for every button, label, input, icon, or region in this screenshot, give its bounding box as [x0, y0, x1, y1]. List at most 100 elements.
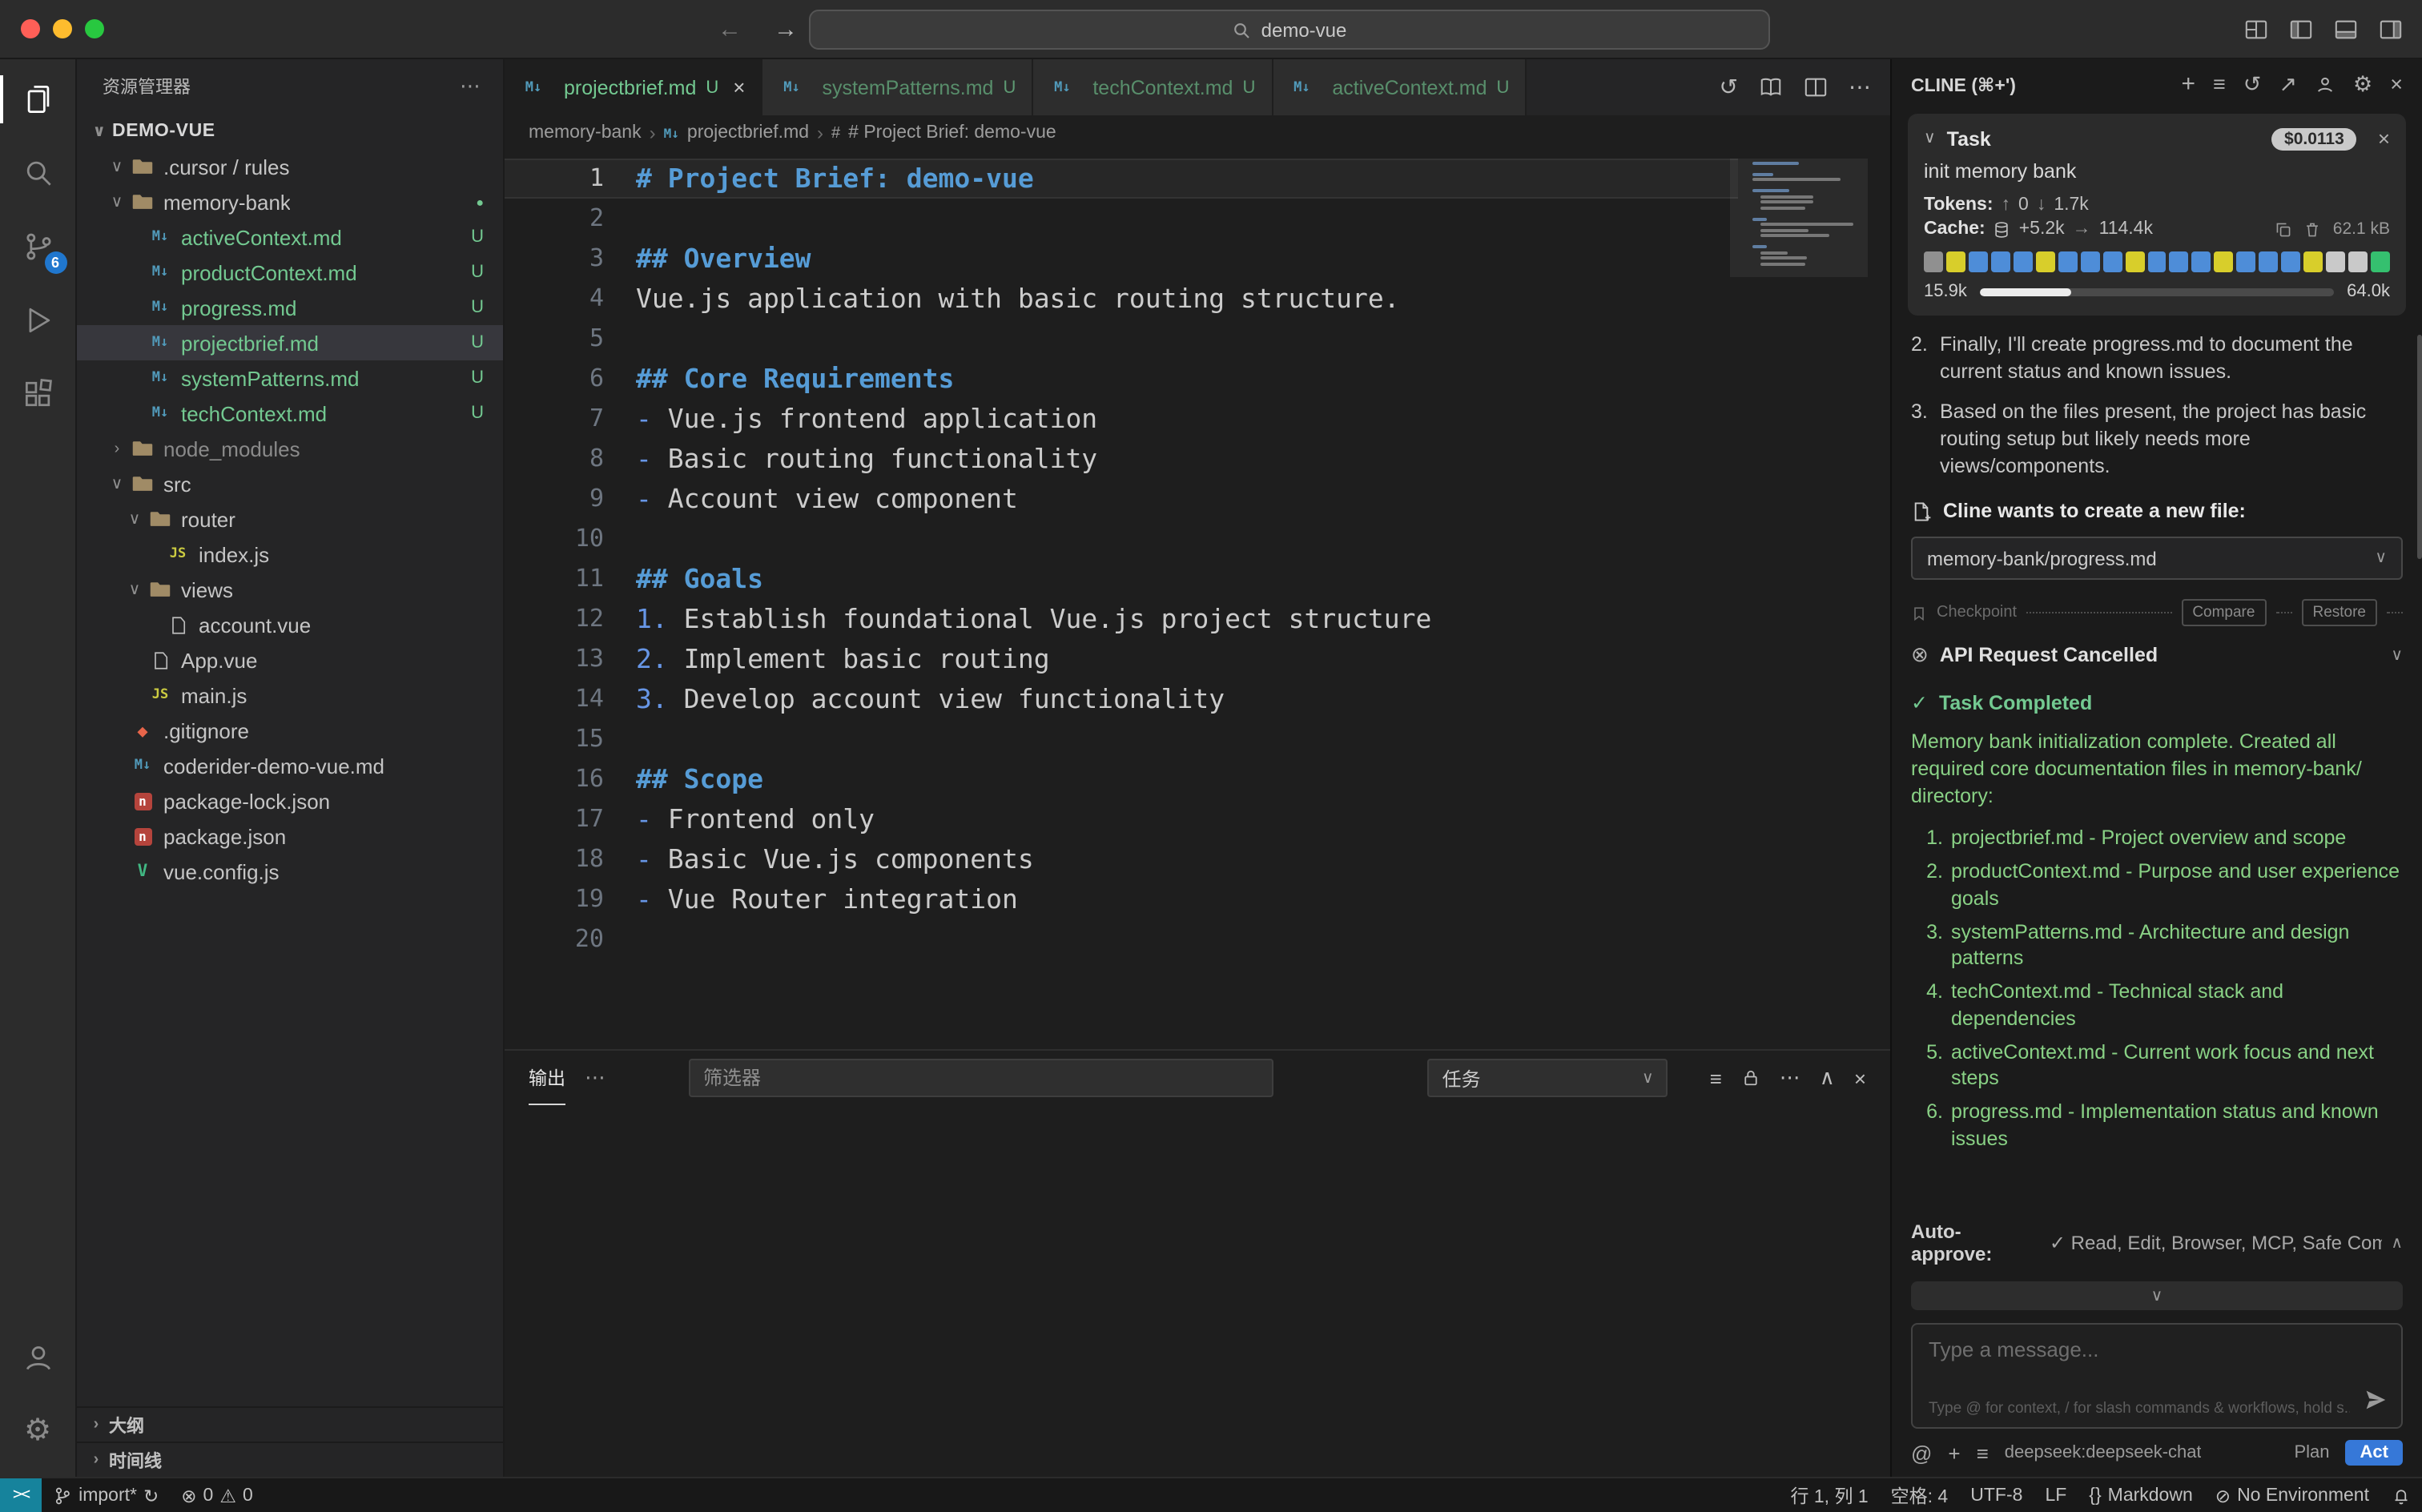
copy-icon[interactable] — [2275, 220, 2293, 238]
split-editor-icon[interactable] — [1804, 75, 1828, 99]
indentation-item[interactable]: 空格: 4 — [1880, 1478, 1960, 1512]
extensions-icon[interactable] — [0, 357, 76, 431]
tree-item-productcontext-md[interactable]: M↓productContext.mdU — [77, 255, 503, 290]
expand-collapse-bar[interactable]: ∨ — [1911, 1281, 2403, 1310]
model-selector[interactable]: deepseek:deepseek-chat — [2005, 1443, 2202, 1462]
back-button[interactable]: ← — [718, 15, 742, 42]
tree-item-projectbrief-md[interactable]: M↓projectbrief.mdU — [77, 325, 503, 360]
timeline-history-icon[interactable]: ↺ — [1720, 74, 1738, 101]
account-icon[interactable] — [0, 1320, 76, 1393]
plan-mode-button[interactable]: Plan — [2294, 1443, 2329, 1462]
output-tab[interactable]: 输出 — [529, 1051, 565, 1105]
auto-approve-bar[interactable]: Auto-approve: ✓ Read, Edit, Browser, MCP… — [1892, 1206, 2422, 1273]
minimize-window-button[interactable] — [53, 19, 72, 38]
tree-item-package-lock-json[interactable]: npackage-lock.json — [77, 783, 503, 818]
delete-icon[interactable] — [2304, 220, 2322, 238]
account-icon[interactable] — [2315, 74, 2336, 94]
add-context-icon[interactable]: + — [1948, 1441, 1960, 1465]
tree-item-node-modules[interactable]: ›node_modules — [77, 431, 503, 466]
zoom-window-button[interactable] — [85, 19, 104, 38]
forward-button[interactable]: → — [774, 15, 798, 42]
tree-item-main-js[interactable]: JSmain.js — [77, 678, 503, 713]
tree-item-memory-bank[interactable]: ∨memory-bank● — [77, 184, 503, 219]
eol-item[interactable]: LF — [2034, 1478, 2078, 1512]
encoding-item[interactable]: UTF-8 — [1959, 1478, 2034, 1512]
tree-item-src[interactable]: ∨src — [77, 466, 503, 501]
tree-item-systempatterns-md[interactable]: M↓systemPatterns.mdU — [77, 360, 503, 396]
mention-icon[interactable]: @ — [1911, 1441, 1932, 1465]
cursor-position-item[interactable]: 行 1, 列 1 — [1780, 1478, 1880, 1512]
outline-section[interactable]: › 大纲 — [77, 1406, 503, 1442]
tree-item-index-js[interactable]: JSindex.js — [77, 537, 503, 572]
history-icon[interactable]: ↺ — [2243, 71, 2262, 97]
task-header[interactable]: ∨ Task $0.0113 × — [1924, 127, 2390, 151]
environment-item[interactable]: ⊘ No Environment — [2204, 1478, 2380, 1512]
panel-more-actions-icon[interactable]: ⋯ — [1780, 1065, 1800, 1091]
tree-item-activecontext-md[interactable]: M↓activeContext.mdU — [77, 219, 503, 255]
output-filter-input[interactable] — [689, 1059, 1273, 1097]
tree-item-app-vue[interactable]: App.vue — [77, 642, 503, 678]
more-actions-icon[interactable]: ⋯ — [1849, 74, 1871, 101]
close-window-button[interactable] — [21, 19, 40, 38]
customize-layout-icon[interactable] — [2244, 17, 2268, 41]
tree-item-account-vue[interactable]: account.vue — [77, 607, 503, 642]
run-debug-icon[interactable] — [0, 284, 76, 357]
breadcrumb-file[interactable]: projectbrief.md — [687, 123, 809, 143]
breadcrumb-folder[interactable]: memory-bank — [529, 123, 642, 143]
explorer-icon[interactable] — [0, 62, 76, 136]
close-tab-icon[interactable]: × — [733, 75, 745, 99]
tree-item-package-json[interactable]: npackage.json — [77, 818, 503, 854]
output-channel-select[interactable]: 任务 ∨ — [1428, 1059, 1668, 1097]
new-file-path-box[interactable]: memory-bank/progress.md ∨ — [1911, 537, 2403, 581]
source-control-icon[interactable]: 6 — [0, 210, 76, 284]
minimap-slider[interactable] — [1730, 159, 1868, 277]
compare-button[interactable]: Compare — [2181, 600, 2266, 627]
open-in-editor-icon[interactable]: ↗ — [2279, 71, 2297, 97]
code-editor[interactable]: 1# Project Brief: demo-vue23## Overview4… — [505, 151, 1890, 1049]
tree-item-cursor-rules[interactable]: ∨.cursor / rules — [77, 149, 503, 184]
breadcrumb-symbol[interactable]: # Project Brief: demo-vue — [848, 123, 1056, 143]
problems-item[interactable]: ⊗ 0 ⚠ 0 — [170, 1478, 264, 1512]
timeline-section[interactable]: › 时间线 — [77, 1442, 503, 1477]
rules-icon[interactable]: ≡ — [1977, 1441, 1989, 1465]
settings-gear-icon[interactable]: ⚙ — [2353, 71, 2372, 97]
toggle-secondary-sidebar-icon[interactable] — [2379, 17, 2403, 41]
search-view-icon[interactable] — [0, 136, 76, 210]
explorer-more-actions-icon[interactable]: ⋯ — [460, 74, 481, 99]
close-task-icon[interactable]: × — [2378, 127, 2390, 151]
minimap[interactable] — [1743, 159, 1868, 273]
tab-systempatterns-md[interactable]: M↓systemPatterns.mdU — [762, 59, 1033, 115]
new-task-icon[interactable]: + — [2181, 70, 2195, 98]
markdown-preview-icon[interactable] — [1759, 75, 1783, 99]
tree-item-demo-vue[interactable]: ∨DEMO-VUE — [77, 114, 503, 149]
tab-activecontext-md[interactable]: M↓activeContext.mdU — [1273, 59, 1527, 115]
close-panel-icon[interactable]: × — [1854, 1066, 1866, 1090]
language-mode-item[interactable]: {} Markdown — [2078, 1478, 2204, 1512]
clear-output-icon[interactable]: ≡ — [1710, 1066, 1722, 1090]
tree-item-gitignore[interactable]: ◆.gitignore — [77, 713, 503, 748]
tree-item-views[interactable]: ∨views — [77, 572, 503, 607]
chat-input[interactable]: Type a message... Type @ for context, / … — [1911, 1323, 2403, 1429]
command-center-search[interactable]: demo-vue — [809, 10, 1770, 50]
mcp-servers-icon[interactable]: ≡ — [2213, 72, 2226, 96]
panel-more-tabs-icon[interactable]: ⋯ — [585, 1065, 606, 1091]
tab-projectbrief-md[interactable]: M↓projectbrief.mdU× — [505, 59, 762, 115]
remote-indicator[interactable]: >< — [0, 1478, 42, 1512]
lock-scroll-icon[interactable] — [1741, 1068, 1760, 1088]
git-branch-item[interactable]: import* ↻ — [42, 1478, 170, 1512]
tree-item-techcontext-md[interactable]: M↓techContext.mdU — [77, 396, 503, 431]
tree-item-router[interactable]: ∨router — [77, 501, 503, 537]
settings-gear-icon[interactable]: ⚙ — [0, 1393, 76, 1467]
toggle-panel-icon[interactable] — [2334, 17, 2358, 41]
tree-item-progress-md[interactable]: M↓progress.mdU — [77, 290, 503, 325]
tab-techcontext-md[interactable]: M↓techContext.mdU — [1033, 59, 1273, 115]
restore-button[interactable]: Restore — [2301, 600, 2377, 627]
act-mode-button[interactable]: Act — [2346, 1440, 2403, 1466]
toggle-primary-sidebar-icon[interactable] — [2289, 17, 2313, 41]
notifications-bell-icon[interactable] — [2380, 1478, 2422, 1512]
send-icon[interactable] — [2364, 1389, 2387, 1416]
tree-item-coderider-demo-vue-md[interactable]: M↓coderider-demo-vue.md — [77, 748, 503, 783]
api-cancelled-row[interactable]: ⊗ API Request Cancelled ∨ — [1911, 643, 2403, 669]
maximize-panel-icon[interactable]: ∧ — [1820, 1065, 1835, 1091]
close-panel-icon[interactable]: × — [2390, 72, 2403, 96]
